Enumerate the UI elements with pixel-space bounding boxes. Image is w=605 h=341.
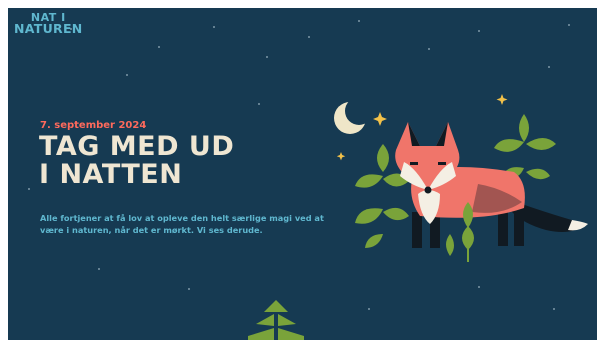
moon-icon [334, 97, 373, 134]
star-dot [126, 74, 128, 76]
star-dot [568, 24, 570, 26]
logo-line-2: NATUREN [14, 21, 83, 37]
star-dot [308, 36, 310, 38]
star-dot [478, 286, 480, 288]
nat-i-naturen-logo[interactable]: NAT I NATUREN [14, 12, 83, 37]
headline-line-1: TAG MED UD [39, 131, 235, 162]
hero-banner: NAT I NATUREN 7. september 2024 TAG MED … [8, 8, 597, 340]
fox-icon [395, 122, 588, 248]
star-dot [478, 30, 480, 32]
star-dot [548, 66, 550, 68]
star-dot [158, 46, 160, 48]
star-dot [28, 188, 30, 190]
star-dot [258, 103, 260, 105]
tree-logo-icon [248, 298, 304, 340]
star-dot [553, 308, 555, 310]
star-dot [358, 20, 360, 22]
star-dot [368, 308, 370, 310]
fox-illustration [334, 94, 588, 262]
star-dot [98, 268, 100, 270]
star-dot [188, 288, 190, 290]
event-date: 7. september 2024 [40, 120, 147, 131]
intro-text: Alle fortjener at få lov at opleve den h… [40, 213, 324, 235]
star-dot [266, 56, 268, 58]
star-dot [428, 48, 430, 50]
page-title: TAG MED UD I NATTEN [39, 133, 234, 189]
headline-line-2: I NATTEN [39, 159, 183, 190]
leaf-icon [494, 114, 556, 180]
star-dot [213, 26, 215, 28]
